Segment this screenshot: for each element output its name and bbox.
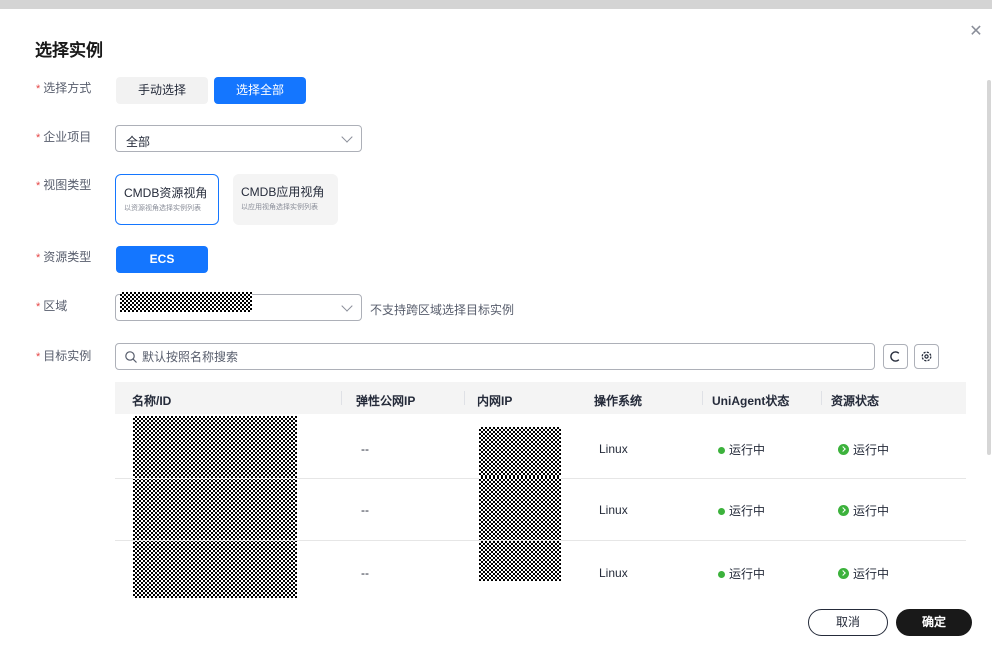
resource-status-cell: 运行中 [838,441,889,458]
dialog-title: 选择实例 [35,41,103,60]
view-card-title: CMDB应用视角 [241,185,325,199]
status-dot-icon [718,447,725,454]
region-hint: 不支持跨区域选择目标实例 [370,303,515,317]
target-instance-label: * 目标实例 [36,349,92,363]
running-arrow-icon [838,444,849,455]
running-arrow-icon [838,505,849,516]
column-header-name[interactable]: 名称/ID [132,392,171,409]
column-header-os[interactable]: 操作系统 [594,392,642,409]
eip-cell: -- [361,503,369,517]
redacted-private-ip [479,427,561,477]
redacted-region-value [120,292,252,312]
uniagent-status-cell: 运行中 [718,565,765,582]
os-cell: Linux [599,503,628,517]
column-header-eip[interactable]: 弹性公网IP [356,392,415,409]
view-card-title: CMDB资源视角 [124,186,208,200]
resource-status-cell: 运行中 [838,565,889,582]
status-dot-icon [718,571,725,578]
search-icon [125,351,137,363]
resource-type-label: * 资源类型 [36,250,92,264]
column-header-private-ip[interactable]: 内网IP [477,392,512,409]
redacted-private-ip [479,541,561,581]
column-header-uniagent-status[interactable]: UniAgent状态 [712,392,789,409]
chevron-down-icon [341,131,353,143]
column-divider [341,391,342,405]
scrollbar-thumb[interactable] [987,80,991,455]
os-cell: Linux [599,442,628,456]
instance-search-box[interactable] [115,343,875,370]
chevron-down-icon [341,300,353,312]
refresh-icon [890,351,900,362]
resource-status-cell: 运行中 [838,502,889,519]
os-cell: Linux [599,566,628,580]
enterprise-project-select[interactable]: 全部 [115,125,362,152]
region-label: * 区域 [36,299,68,313]
view-card-subtitle: 以资源视角选择实例列表 [124,205,201,212]
eip-cell: -- [361,566,369,580]
confirm-button[interactable]: 确定 [896,609,972,636]
column-divider [821,391,822,405]
table-settings-button[interactable] [914,344,939,369]
column-divider [702,391,703,405]
view-card-subtitle: 以应用视角选择实例列表 [241,204,318,211]
view-card-application[interactable]: CMDB应用视角 以应用视角选择实例列表 [233,174,338,225]
close-icon[interactable]: ✕ [968,24,984,40]
cancel-button[interactable]: 取消 [808,609,888,636]
select-method-label: * 选择方式 [36,81,92,95]
running-arrow-icon [838,568,849,579]
manual-select-button[interactable]: 手动选择 [116,77,208,104]
eip-cell: -- [361,442,369,456]
enterprise-project-value: 全部 [126,135,151,149]
view-type-label: * 视图类型 [36,178,92,192]
column-divider [464,391,465,405]
refresh-button[interactable] [883,344,908,369]
search-input[interactable] [142,348,842,366]
resource-type-ecs-button[interactable]: ECS [116,246,208,273]
select-all-button[interactable]: 选择全部 [214,77,306,104]
enterprise-project-label: * 企业项目 [36,130,92,144]
uniagent-status-cell: 运行中 [718,441,765,458]
view-card-resource[interactable]: CMDB资源视角 以资源视角选择实例列表 [115,174,219,225]
column-header-resource-status[interactable]: 资源状态 [831,392,879,409]
status-dot-icon [718,508,725,515]
redacted-instance-names [133,416,297,598]
redacted-private-ip [479,477,561,541]
gear-icon [921,351,932,362]
table-header: 名称/ID 弹性公网IP 内网IP 操作系统 UniAgent状态 资源状态 [115,382,966,414]
uniagent-status-cell: 运行中 [718,502,765,519]
top-strip [0,0,992,9]
